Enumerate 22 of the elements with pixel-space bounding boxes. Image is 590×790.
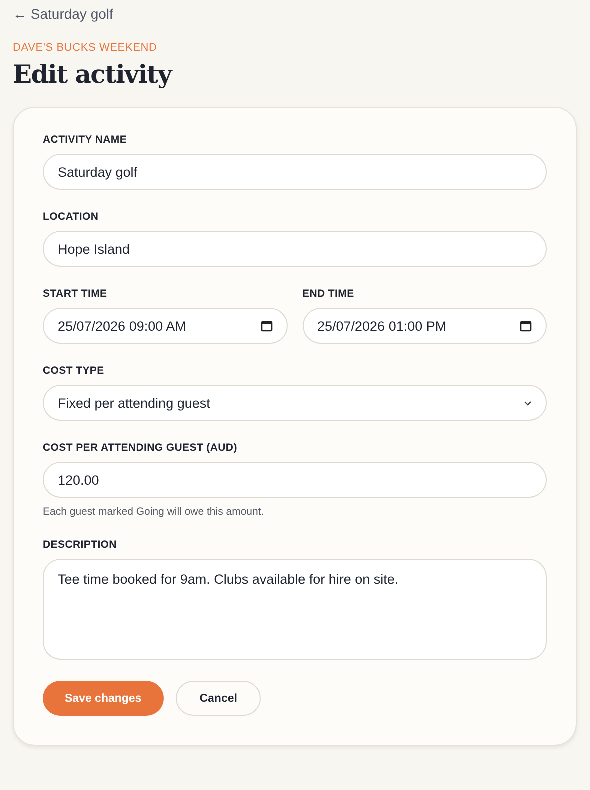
field-label: ACTIVITY NAME	[43, 134, 128, 146]
field-label: COST TYPE	[43, 365, 104, 377]
calendar-icon	[260, 320, 272, 332]
text-area[interactable]: Tee time booked for 9am. Clubs available for hire on site.	[43, 559, 547, 660]
field-label: DESCRIPTION	[43, 539, 117, 551]
calendar-icon	[520, 320, 532, 332]
caret-icon	[524, 400, 532, 406]
date-time-field[interactable]: 25/07/2026 09:00 AM	[43, 308, 288, 344]
back-link[interactable]: ← Saturday golf	[13, 6, 114, 22]
field-hint: Each guest marked Going will owe this amount.	[43, 506, 264, 518]
field-label: START TIME	[43, 288, 108, 300]
input-field[interactable]: Saturday golf	[43, 154, 547, 190]
field-label: END TIME	[302, 288, 354, 300]
field-label: LOCATION	[43, 211, 99, 223]
event-name: DAVE'S BUCKS WEEKEND	[13, 42, 158, 54]
date-time-field[interactable]: 25/07/2026 01:00 PM	[302, 308, 547, 344]
field-label: COST PER ATTENDING GUEST (AUD)	[43, 442, 238, 454]
input-field[interactable]: Hope Island	[43, 231, 547, 267]
select-field[interactable]: Fixed per attending guest	[43, 385, 547, 421]
input-field[interactable]: 120.00	[43, 462, 547, 498]
page-title: Edit activity	[13, 60, 172, 89]
cancel-button[interactable]: Cancel	[176, 681, 262, 716]
